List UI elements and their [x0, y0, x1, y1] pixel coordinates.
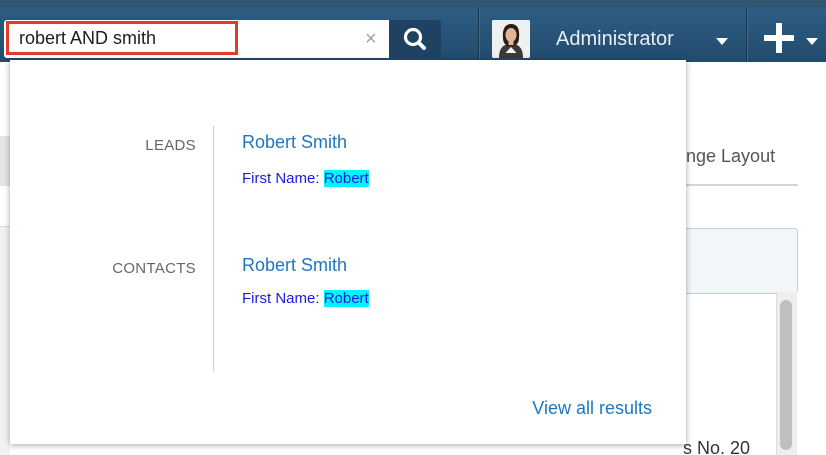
change-layout-link[interactable]: nge Layout — [686, 146, 775, 167]
top-bar-edge — [0, 0, 826, 7]
module-label-contacts: CONTACTS — [112, 260, 196, 277]
result-record-link[interactable]: Robert Smith — [242, 255, 347, 276]
result-match-field: First Name: Robert — [242, 170, 369, 187]
match-field-label: First Name: — [242, 290, 324, 307]
caret-down-icon[interactable] — [806, 38, 818, 45]
caret-down-icon[interactable] — [716, 38, 728, 45]
user-avatar[interactable] — [492, 20, 530, 58]
background-panel-edge — [0, 136, 10, 186]
search-results-dropdown: LEADS Robert Smith First Name: Robert CO… — [10, 60, 686, 444]
match-field-value: Robert — [323, 170, 369, 187]
page: nge Layout s No. 20 × — [0, 0, 826, 455]
user-menu-button[interactable]: Administrator — [556, 28, 674, 51]
search-button[interactable] — [389, 20, 441, 58]
view-all-results-link[interactable]: View all results — [532, 398, 652, 419]
background-panel-edge — [0, 226, 10, 455]
match-field-label: First Name: — [242, 170, 324, 187]
top-navigation-bar: × Administrator — [0, 0, 826, 62]
results-divider — [213, 126, 214, 371]
dashlet-scrollbar-thumb[interactable] — [780, 300, 792, 450]
avatar-photo-icon — [492, 20, 530, 58]
nav-divider — [478, 7, 480, 62]
clear-search-icon[interactable]: × — [365, 27, 377, 51]
result-match-field: First Name: Robert — [242, 290, 369, 307]
match-field-value: Robert — [323, 290, 369, 307]
nav-divider — [746, 7, 748, 62]
global-search-box: × — [4, 20, 390, 58]
layout-underline — [686, 184, 798, 186]
result-record-link[interactable]: Robert Smith — [242, 132, 347, 153]
module-label-leads: LEADS — [145, 137, 196, 154]
background-text: s No. 20 — [683, 438, 751, 455]
plus-icon[interactable] — [763, 22, 797, 56]
global-search-input[interactable] — [6, 21, 238, 55]
search-icon — [403, 27, 426, 50]
